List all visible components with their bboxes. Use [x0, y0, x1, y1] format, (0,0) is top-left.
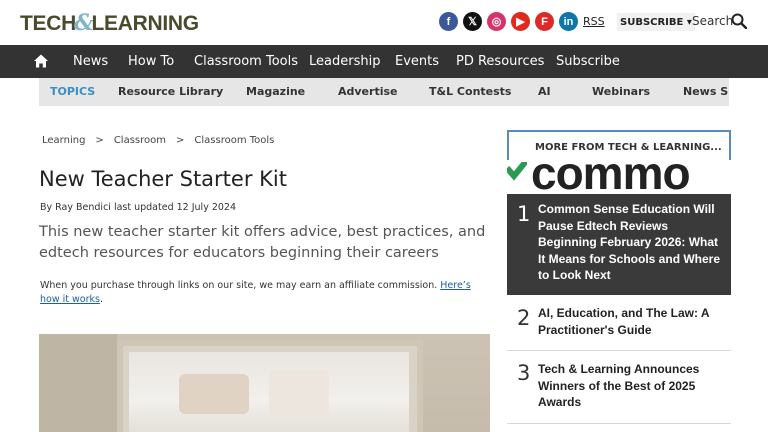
search-icon[interactable]: [731, 13, 747, 29]
item-headline[interactable]: AI, Education, and The Law: A Practition…: [538, 305, 724, 338]
x-icon[interactable]: 𝕏: [463, 12, 482, 31]
item-headline[interactable]: Tech & Learning Announces Winners of the…: [538, 361, 724, 411]
search-label[interactable]: Search: [692, 14, 733, 28]
rss-link[interactable]: RSS: [583, 15, 605, 28]
checkmark-icon: [507, 162, 527, 181]
item-number: 1: [517, 202, 531, 226]
nav-item-events[interactable]: Events: [395, 45, 439, 78]
topic-news-sig[interactable]: News Sig: [683, 78, 729, 106]
site-logo[interactable]: TECH&LEARNING: [20, 10, 199, 36]
nav-item-pd-resources[interactable]: PD Resources: [456, 45, 544, 78]
page-title: New Teacher Starter Kit: [39, 167, 287, 191]
hero-wall: [39, 334, 117, 432]
article-standfirst: This new teacher starter kit offers advi…: [39, 224, 486, 261]
topic-advertise[interactable]: Advertise: [338, 78, 397, 106]
affiliate-end: .: [99, 294, 103, 305]
topic-webinars[interactable]: Webinars: [592, 78, 650, 106]
breadcrumb-classroom-tools[interactable]: Classroom Tools: [194, 135, 274, 146]
site-header: TECH&LEARNING f 𝕏 ◎ ▶ Fin RSS SUBSCRIBE ▾ Se…: [0, 0, 768, 45]
logo-text-learning: LEARNING: [91, 12, 200, 35]
hero-blur-shape: [179, 374, 249, 414]
facebook-icon[interactable]: f: [439, 12, 458, 31]
hero-blur-shape: [269, 370, 329, 416]
home-icon[interactable]: [33, 53, 49, 69]
breadcrumb-separator: >: [176, 135, 185, 146]
promo-image[interactable]: commo: [507, 160, 731, 194]
logo-text-tech: TECH: [20, 12, 76, 35]
item-number: 3: [517, 361, 531, 385]
breadcrumb-separator: >: [95, 135, 104, 146]
youtube-icon[interactable]: ▶: [511, 12, 530, 31]
topic-ai[interactable]: AI: [538, 78, 551, 106]
more-from-header: MORE FROM TECH & LEARNING...: [507, 130, 731, 160]
nav-item-classroom-tools[interactable]: Classroom Tools: [194, 45, 298, 78]
item-number: 2: [517, 306, 531, 330]
item-headline[interactable]: Common Sense Education Will Pause Edtech…: [538, 201, 724, 284]
hero-image: [39, 334, 490, 432]
promo-word: commo: [531, 160, 691, 194]
more-from-item[interactable]: 3 Tech & Learning Announces Winners of t…: [507, 351, 731, 423]
subscribe-dropdown[interactable]: SUBSCRIBE ▾: [617, 13, 695, 31]
flipboard-icon[interactable]: F: [535, 12, 554, 31]
nav-item-how-to[interactable]: How To: [128, 45, 174, 78]
more-from-title: MORE FROM TECH & LEARNING...: [535, 142, 722, 153]
main-nav: News How To Classroom Tools Leadership E…: [0, 45, 768, 78]
more-from-item[interactable]: 2 AI, Education, and The Law: A Practiti…: [507, 295, 731, 350]
topic-tl-contests[interactable]: T&L Contests: [429, 78, 511, 106]
topic-magazine[interactable]: Magazine: [246, 78, 305, 106]
affiliate-text: When you purchase through links on our s…: [40, 280, 441, 291]
topic-resource-library[interactable]: Resource Library: [118, 78, 223, 106]
social-links: f 𝕏 ◎ ▶ Fin: [439, 12, 578, 32]
affiliate-disclosure: When you purchase through links on our s…: [40, 279, 490, 307]
nav-item-subscribe[interactable]: Subscribe: [556, 45, 620, 78]
topics-bar: TOPICS Resource Library Magazine Adverti…: [39, 78, 729, 106]
more-from-item[interactable]: 1 Common Sense Education Will Pause Edte…: [507, 194, 731, 295]
breadcrumb: Learning > Classroom > Classroom Tools: [42, 135, 284, 146]
breadcrumb-learning[interactable]: Learning: [42, 135, 85, 146]
instagram-icon[interactable]: ◎: [487, 12, 506, 31]
nav-item-leadership[interactable]: Leadership: [309, 45, 380, 78]
sidebar-more-from: MORE FROM TECH & LEARNING... commo 1 Com…: [507, 130, 731, 432]
topics-label: TOPICS: [50, 85, 96, 98]
article-byline: By Ray Bendici last updated 12 July 2024: [40, 202, 237, 213]
nav-item-news[interactable]: News: [73, 45, 108, 78]
breadcrumb-classroom[interactable]: Classroom: [114, 135, 166, 146]
item-divider: [507, 423, 731, 424]
linkedin-icon[interactable]: in: [559, 12, 578, 31]
